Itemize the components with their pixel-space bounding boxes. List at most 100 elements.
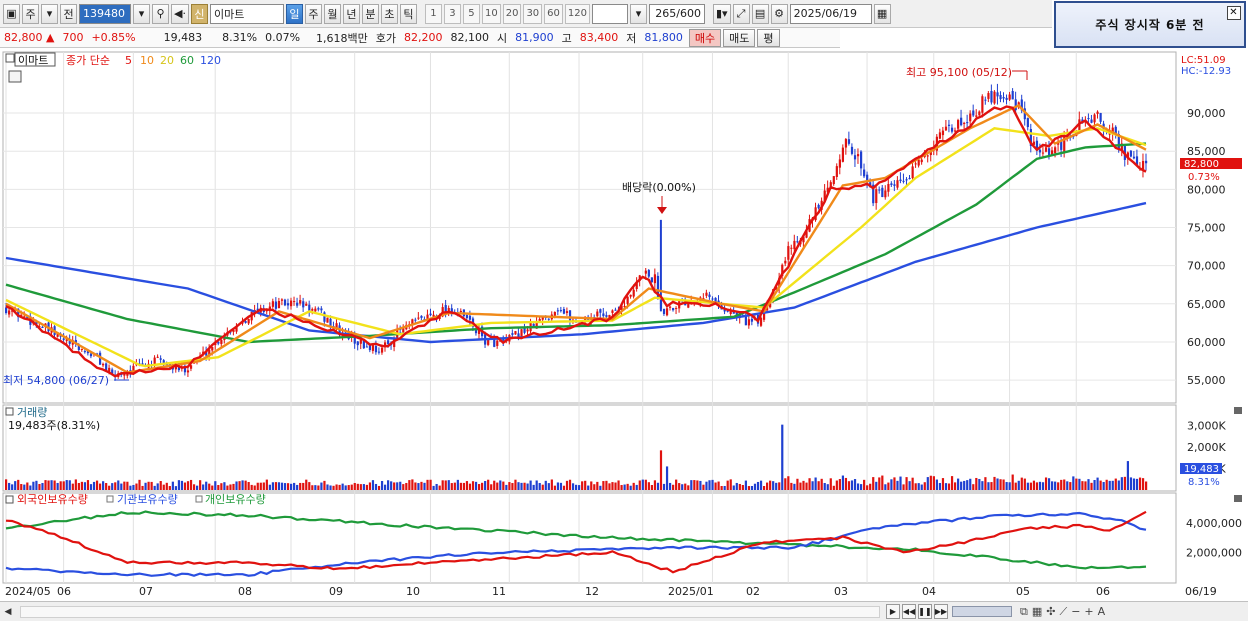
scroll-last-icon[interactable]: ▶▶	[934, 604, 948, 619]
data-count-field[interactable]: 265/600	[649, 3, 705, 24]
volume-bar	[214, 481, 217, 490]
scroll-pause-icon[interactable]: ❚❚	[918, 604, 932, 619]
volume-bar	[268, 484, 271, 490]
period-minute[interactable]: 분	[361, 3, 379, 24]
volume-bar	[547, 483, 550, 490]
interval-10[interactable]: 10	[481, 3, 501, 24]
period-tick[interactable]: 틱	[399, 3, 417, 24]
volume-bar	[1123, 476, 1126, 490]
chart-svg[interactable]: 55,000 60,000 65,000 70,000 75,000 80,000 85,0…	[0, 50, 1248, 602]
grid-icon[interactable]: ▦	[1032, 605, 1042, 619]
cycle-dropdown-icon[interactable]: ▾	[41, 3, 58, 24]
period-second[interactable]: 초	[380, 3, 398, 24]
scroll-first-icon[interactable]: ◀◀	[902, 604, 916, 619]
stock-name-field[interactable]: 이마트	[209, 3, 284, 24]
volume-bar	[675, 479, 678, 490]
date-input[interactable]: 2025/06/19	[789, 3, 872, 24]
volume-bar	[960, 481, 963, 490]
period-day[interactable]: 일	[285, 3, 303, 24]
zoom-out-icon[interactable]: −	[1071, 605, 1080, 619]
interval-20[interactable]: 20	[502, 3, 522, 24]
interval-30[interactable]: 30	[523, 3, 543, 24]
panel-collapse-icon[interactable]	[5, 53, 15, 63]
volume-bar	[302, 482, 305, 490]
gear-icon[interactable]: ⚙	[770, 3, 788, 24]
stock-code-input[interactable]: 139480	[79, 3, 131, 24]
scroll-left-icon[interactable]: ◀	[0, 604, 16, 620]
cross-icon[interactable]: ✣	[1046, 605, 1055, 619]
period-year[interactable]: 년	[342, 3, 360, 24]
volume-bar	[1102, 482, 1105, 490]
volume-bar	[590, 481, 593, 490]
candle-body	[653, 274, 657, 284]
volume-bar	[462, 482, 466, 490]
candle-body	[944, 126, 948, 131]
font-icon[interactable]: A	[1098, 605, 1106, 619]
volume-bar	[98, 483, 102, 490]
interval-custom-input[interactable]	[592, 3, 628, 24]
volume-panel-close-icon[interactable]	[1234, 407, 1242, 414]
volume-bar	[602, 481, 605, 490]
period-month[interactable]: 월	[323, 3, 341, 24]
interval-5[interactable]: 5	[462, 3, 480, 24]
volume-bar	[259, 482, 262, 490]
candle-body	[893, 184, 896, 186]
interval-1[interactable]: 1	[424, 3, 442, 24]
candle-body	[1008, 94, 1011, 100]
interval-60[interactable]: 60	[544, 3, 563, 24]
search-icon[interactable]: ⚲	[152, 3, 169, 24]
close-icon[interactable]: ✕	[1227, 6, 1241, 20]
holdings-collapse-icon[interactable]	[5, 495, 14, 504]
scroll-track[interactable]	[20, 605, 880, 618]
volume-bar	[844, 477, 848, 490]
price-change-pct: +0.85%	[91, 31, 136, 44]
candle-body	[274, 301, 278, 309]
volume-bar	[957, 478, 960, 490]
zoom-in-icon[interactable]: +	[1084, 605, 1093, 619]
volume-bar	[611, 482, 614, 490]
prev-button[interactable]: 전	[60, 3, 77, 24]
volume-bar	[835, 480, 838, 490]
volume-bar	[856, 483, 860, 490]
candle-body	[296, 302, 299, 306]
zoom-slider[interactable]	[952, 606, 1012, 617]
volume-bar	[799, 482, 802, 490]
volume-bar	[723, 485, 726, 490]
candle-body	[747, 319, 751, 326]
candle-body	[750, 318, 754, 322]
table-toggle-icon[interactable]	[8, 70, 22, 83]
sell-button[interactable]: 매도	[723, 28, 756, 47]
window-icon[interactable]: ▣	[3, 3, 20, 24]
volume-bar	[229, 484, 232, 490]
candle-body	[547, 318, 550, 320]
scroll-right-icon[interactable]: ▶	[886, 604, 900, 619]
volume-bar	[353, 482, 356, 490]
holdings-panel-close-icon[interactable]	[1234, 495, 1242, 502]
volume-bar	[320, 482, 323, 490]
candle-type-icon[interactable]: ▮▾	[713, 3, 731, 24]
candle-body	[884, 190, 887, 198]
volume-bar	[1117, 480, 1120, 490]
speaker-icon[interactable]: ◀·	[171, 3, 189, 24]
cycle-button[interactable]: 주	[22, 3, 39, 24]
volume-collapse-icon[interactable]	[5, 407, 14, 416]
code-dropdown-icon[interactable]: ▾	[133, 3, 150, 24]
candle-body	[280, 299, 284, 301]
candle-body	[559, 310, 563, 312]
period-week[interactable]: 주	[304, 3, 322, 24]
calendar-icon[interactable]: ▦	[873, 3, 891, 24]
link-icon[interactable]: ⧉	[1020, 605, 1028, 619]
save-icon[interactable]: ▤	[751, 3, 769, 24]
volume-bar	[929, 475, 932, 490]
buy-button[interactable]: 매수	[688, 28, 722, 47]
ma-legend-60: 60	[180, 54, 194, 67]
volume-bar	[726, 480, 729, 490]
average-button[interactable]: 평	[757, 28, 780, 47]
volume-bar	[905, 477, 908, 490]
interval-dropdown-icon[interactable]: ▾	[630, 3, 647, 24]
interval-120[interactable]: 120	[564, 3, 590, 24]
draw-tool-icon[interactable]: ⤢	[732, 3, 750, 24]
trend-icon[interactable]: ⟋	[1059, 605, 1067, 619]
interval-3[interactable]: 3	[443, 3, 461, 24]
sin-button[interactable]: 신	[190, 3, 208, 24]
